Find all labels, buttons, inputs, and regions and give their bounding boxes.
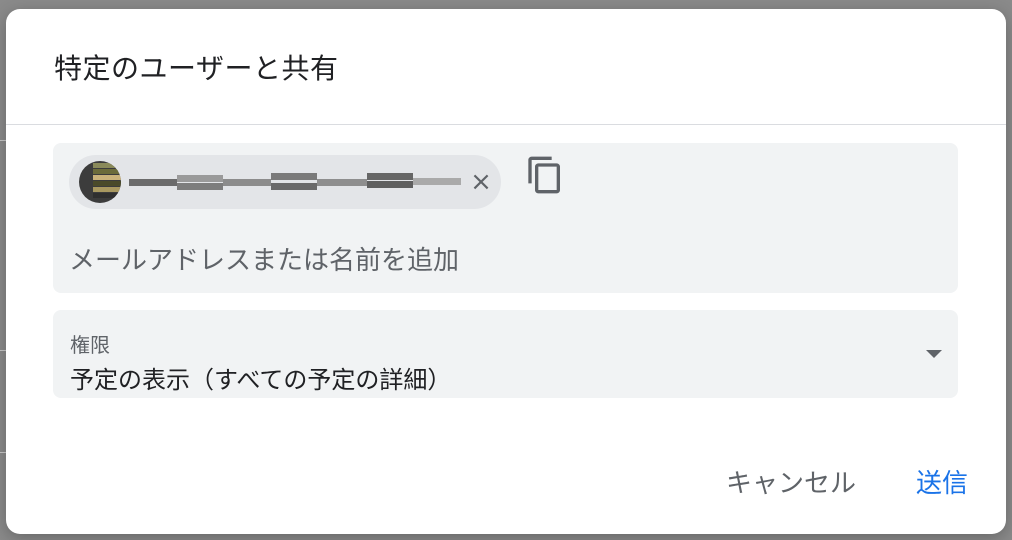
cancel-button[interactable]: キャンセル (718, 457, 864, 505)
send-button[interactable]: 送信 (910, 457, 974, 505)
recipient-search-input[interactable] (69, 243, 929, 279)
dialog-title: 特定のユーザーと共有 (54, 52, 339, 85)
dialog-header: 特定のユーザーと共有 (6, 9, 1006, 125)
share-dialog: 特定のユーザーと共有 × メールアドレスまたは名前を追加 権限 予定の表示（すべ… (6, 9, 1006, 534)
permission-label: 権限 (70, 333, 110, 357)
close-icon[interactable]: × (467, 166, 495, 198)
recipients-field: × (53, 143, 958, 293)
dropdown-arrow-icon (926, 350, 942, 358)
recipient-name-redacted (129, 173, 461, 193)
permission-value: 予定の表示（すべての予定の詳細） (70, 366, 452, 394)
avatar-icon (79, 161, 121, 203)
recipient-chip[interactable]: × (69, 155, 501, 209)
permission-select[interactable]: 権限 予定の表示（すべての予定の詳細） (53, 310, 958, 398)
copy-icon[interactable] (525, 155, 565, 195)
